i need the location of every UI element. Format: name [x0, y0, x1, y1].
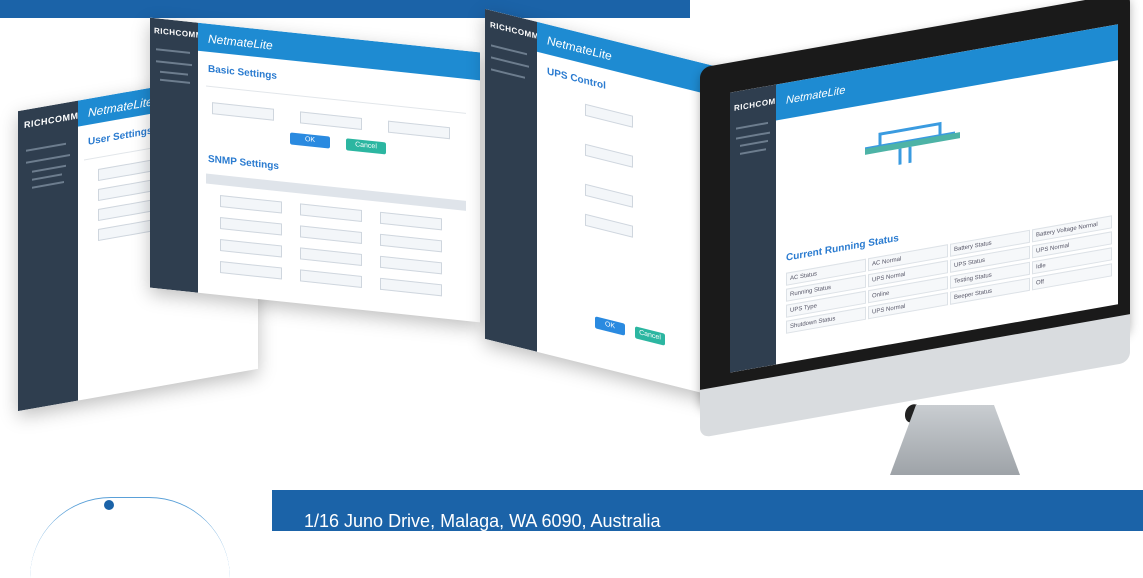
- brand-logo: RICHCOMM: [154, 26, 203, 41]
- input-field[interactable]: [220, 217, 282, 236]
- sidebar-item[interactable]: [26, 142, 66, 152]
- app-title: NetmateLite: [547, 33, 612, 64]
- app-title: NetmateLite: [88, 94, 153, 120]
- sidebar: RICHCOMM: [730, 84, 783, 373]
- input-field[interactable]: [300, 203, 362, 222]
- app-title: NetmateLite: [786, 84, 846, 107]
- sidebar-item[interactable]: [491, 44, 527, 56]
- cancel-button[interactable]: Cancel: [635, 326, 665, 346]
- sidebar-item[interactable]: [32, 173, 62, 181]
- header: NetmateLite: [776, 24, 1118, 121]
- monitor-screen: RICHCOMM NetmateLite Current Running Sta…: [730, 24, 1118, 373]
- logo-dot-icon: [104, 500, 114, 510]
- sidebar-item[interactable]: [156, 60, 192, 67]
- sidebar-item[interactable]: [160, 78, 190, 84]
- basic-settings-panel: RICHCOMM NetmateLite Basic Settings OK C…: [150, 17, 480, 323]
- section-title: Basic Settings: [208, 63, 277, 82]
- imac-monitor: RICHCOMM NetmateLite Current Running Sta…: [690, 0, 1143, 475]
- sidebar: RICHCOMM: [18, 100, 79, 412]
- input-field[interactable]: [300, 111, 362, 130]
- ok-button[interactable]: OK: [290, 132, 330, 149]
- sidebar-item[interactable]: [736, 121, 768, 130]
- sidebar-item[interactable]: [740, 139, 768, 147]
- sidebar-item[interactable]: [26, 153, 70, 164]
- app-title: NetmateLite: [208, 31, 273, 53]
- select-field[interactable]: [380, 233, 442, 253]
- ok-button[interactable]: OK: [595, 316, 625, 336]
- input-field[interactable]: [585, 143, 633, 168]
- sidebar-item[interactable]: [491, 68, 525, 79]
- input-field[interactable]: [300, 269, 362, 288]
- logo-arc-icon: [30, 497, 230, 578]
- input-field[interactable]: [300, 225, 362, 244]
- cancel-button[interactable]: Cancel: [346, 138, 386, 155]
- input-field[interactable]: [585, 103, 633, 128]
- section-title: SNMP Settings: [208, 153, 279, 173]
- select-field[interactable]: [380, 277, 442, 297]
- input-field[interactable]: [212, 102, 274, 121]
- sidebar-item[interactable]: [491, 56, 529, 68]
- sidebar-item[interactable]: [160, 70, 188, 76]
- input-field[interactable]: [300, 247, 362, 266]
- section-title: User Settings: [88, 125, 153, 148]
- sidebar-item[interactable]: [32, 181, 64, 189]
- sidebar: RICHCOMM: [485, 8, 539, 352]
- input-field[interactable]: [220, 261, 282, 280]
- ups-diagram-icon: [865, 121, 960, 165]
- input-field[interactable]: [585, 213, 633, 238]
- brand-logo: RICHCOMM: [24, 110, 79, 131]
- select-field[interactable]: [380, 211, 442, 231]
- brand-logo: RICHCOMM: [490, 20, 539, 42]
- input-field[interactable]: [220, 239, 282, 258]
- input-field[interactable]: [220, 195, 282, 214]
- sidebar-item[interactable]: [736, 131, 770, 140]
- input-field[interactable]: [585, 183, 633, 208]
- sidebar: RICHCOMM: [150, 17, 203, 293]
- sidebar-item[interactable]: [740, 148, 766, 155]
- top-banner: [0, 0, 690, 18]
- footer-address: 1/16 Juno Drive, Malaga, WA 6090, Austra…: [304, 511, 661, 531]
- section-title: UPS Control: [547, 66, 606, 92]
- sidebar-item[interactable]: [156, 48, 190, 54]
- monitor-bezel: RICHCOMM NetmateLite Current Running Sta…: [700, 0, 1130, 438]
- select-field[interactable]: [380, 255, 442, 275]
- input-field[interactable]: [388, 120, 450, 140]
- sidebar-item[interactable]: [32, 164, 66, 173]
